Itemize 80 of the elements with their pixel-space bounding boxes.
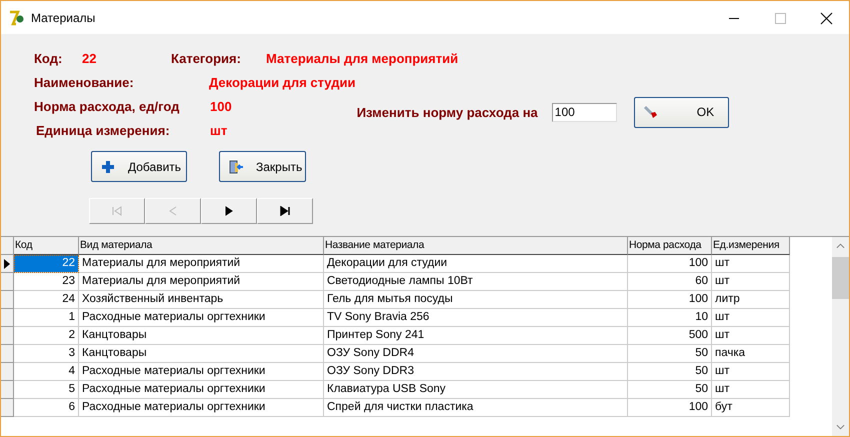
scroll-down-icon	[836, 424, 845, 430]
field-value: 100	[210, 98, 232, 114]
table-cell: Расходные материалы оргтехники	[79, 381, 324, 399]
vertical-scrollbar[interactable]	[832, 237, 849, 436]
table-cell: 10	[628, 309, 712, 327]
table-cell: Расходные материалы оргтехники	[79, 399, 324, 417]
column-header[interactable]: Ед.измерения	[712, 237, 790, 255]
skip-icon	[111, 206, 123, 216]
field-label: Наименование:	[34, 74, 135, 90]
add-button[interactable]: Добавить	[91, 151, 187, 182]
table-cell: Расходные материалы оргтехники	[79, 363, 324, 381]
column-header[interactable]: Норма расхода	[628, 237, 712, 255]
column-header[interactable]: Код	[14, 237, 79, 255]
app-icon	[9, 10, 25, 26]
field-value: Материалы для мероприятий	[266, 50, 458, 66]
skip-icon	[279, 206, 291, 216]
scrollbar-thumb[interactable]	[832, 257, 849, 299]
table-cell: 6	[14, 399, 79, 417]
table-cell: Спрей для чистки пластика	[324, 399, 628, 417]
table-cell: 500	[628, 327, 712, 345]
table-cell: шт	[712, 273, 790, 291]
field-label: Единица измерения:	[36, 122, 171, 138]
table-cell: Канцтовары	[79, 345, 324, 363]
table-cell: 23	[14, 273, 79, 291]
table-cell: Декорации для студии	[324, 255, 628, 273]
table-cell: Хозяйственный инвентарь	[79, 291, 324, 309]
table-cell: Гель для мытья посуды	[324, 291, 628, 309]
table-cell: Клавиатура USB Sony	[324, 381, 628, 399]
field-value: шт	[210, 122, 228, 138]
table-cell: Расходные материалы оргтехники	[79, 309, 324, 327]
table-cell: Канцтовары	[79, 327, 324, 345]
table-cell: 24	[14, 291, 79, 309]
next-record-button[interactable]	[201, 198, 257, 224]
table-cell: 100	[628, 255, 712, 273]
table-cell: 1	[14, 309, 79, 327]
table-cell: Материалы для мероприятий	[79, 255, 324, 273]
change-rate-label: Изменить норму расхода на	[356, 104, 538, 120]
table-cell: 50	[628, 381, 712, 399]
table-cell: TV Sony Bravia 256	[324, 309, 628, 327]
table-cell: бут	[712, 399, 790, 417]
last-record-button[interactable]	[257, 198, 313, 224]
table-cell: шт	[712, 255, 790, 273]
table-cell: 22	[14, 255, 79, 273]
field-label: Код:	[34, 50, 64, 66]
table-cell: 4	[14, 363, 79, 381]
scroll-up-icon	[836, 243, 845, 249]
table-cell: Материалы для мероприятий	[79, 273, 324, 291]
column-header[interactable]: Название материала	[324, 237, 628, 255]
column-header[interactable]: Вид материала	[79, 237, 324, 255]
close-form-button[interactable]: Закрыть	[219, 151, 306, 182]
row-indicator[interactable]	[1, 255, 14, 273]
table-cell: Светодиодные лампы 10Вт	[324, 273, 628, 291]
table-cell: шт	[712, 381, 790, 399]
table-cell: ОЗУ Sony DDR3	[324, 363, 628, 381]
ok-button[interactable]: OK	[634, 96, 729, 128]
table-cell: ОЗУ Sony DDR4	[324, 345, 628, 363]
table-cell: шт	[712, 363, 790, 381]
table-cell: шт	[712, 309, 790, 327]
table-cell: 60	[628, 273, 712, 291]
table-cell: 50	[628, 363, 712, 381]
table-cell: 50	[628, 345, 712, 363]
table-cell: 100	[628, 291, 712, 309]
table-cell: пачка	[712, 345, 790, 363]
field-label: Норма расхода, ед/год	[34, 98, 180, 114]
plus-icon	[100, 158, 116, 174]
brush-icon	[642, 104, 659, 120]
field-value: Декорации для студии	[209, 74, 356, 90]
door-icon	[228, 158, 244, 174]
table-cell: литр	[712, 291, 790, 309]
table-cell: 5	[14, 381, 79, 399]
table-cell: Принтер Sony 241	[324, 327, 628, 345]
table-cell: 100	[628, 399, 712, 417]
table-cell: 3	[14, 345, 79, 363]
current-row-icon	[4, 258, 10, 268]
table-cell: шт	[712, 327, 790, 345]
field-value: 22	[82, 50, 98, 66]
field-label: Категория:	[171, 50, 242, 66]
window-title: Материалы	[31, 10, 96, 24]
rate-input-field[interactable]: 100	[552, 102, 617, 122]
table-cell: 2	[14, 327, 79, 345]
